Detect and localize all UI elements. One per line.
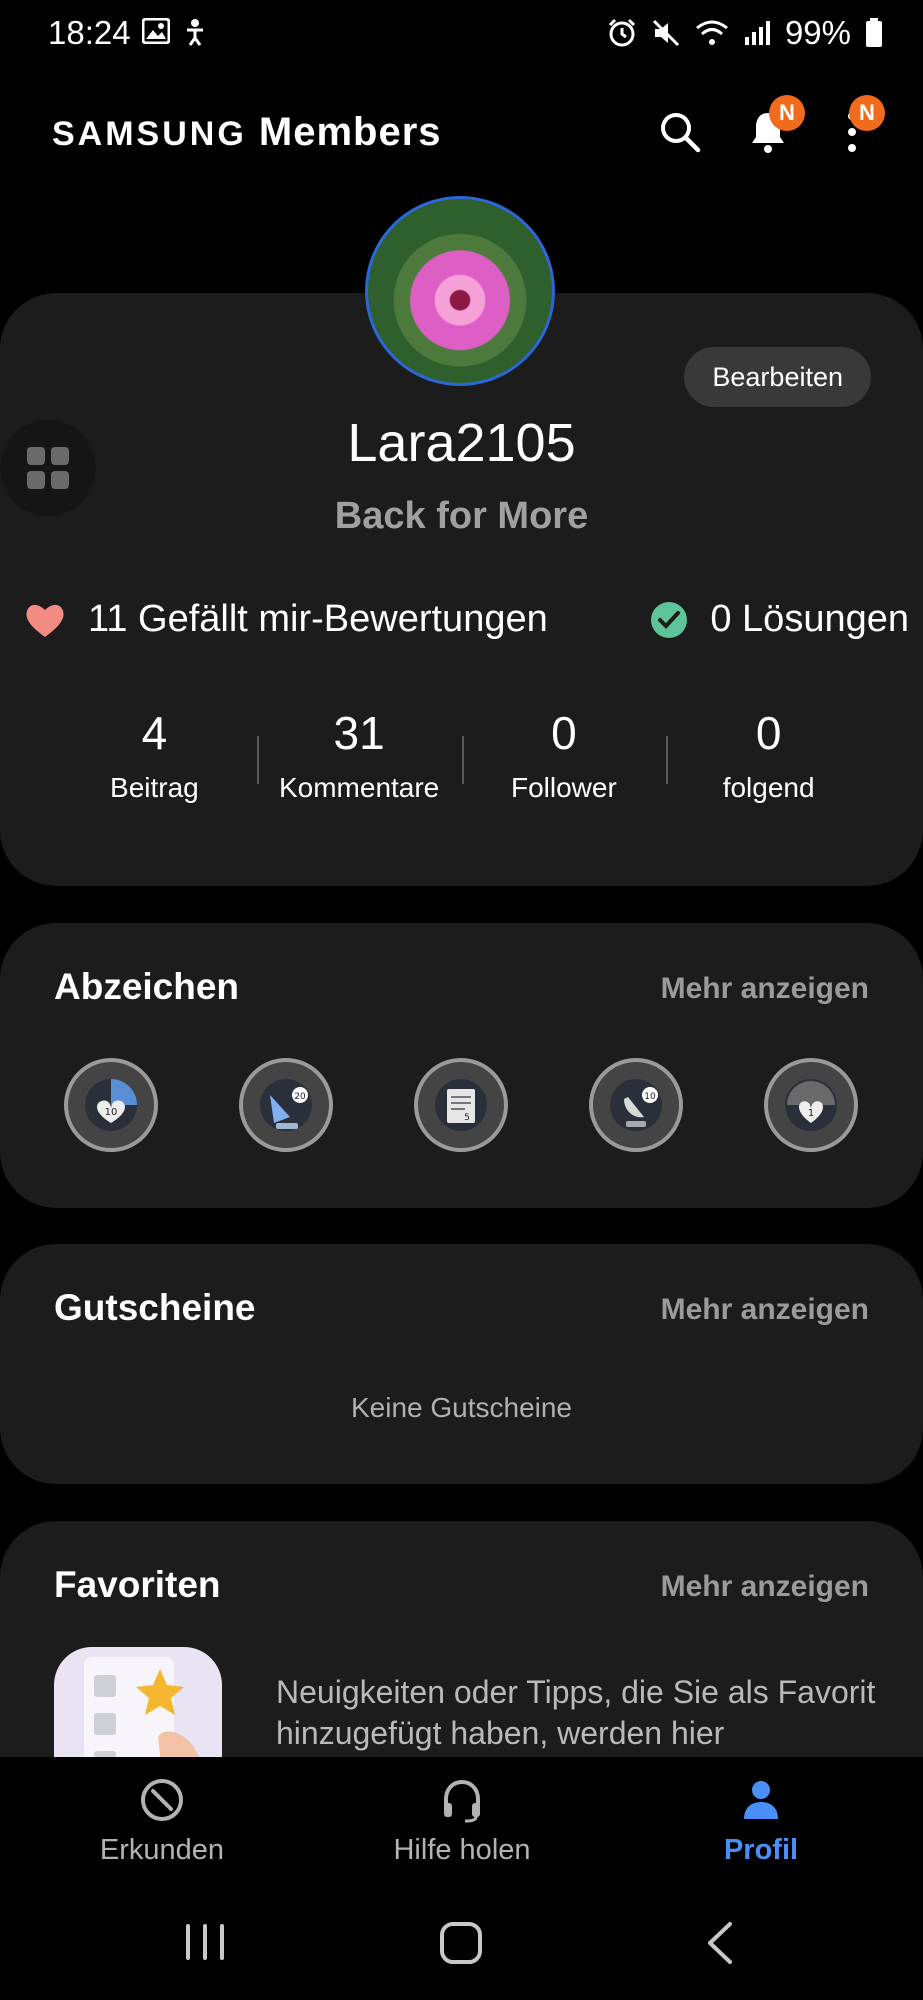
search-icon (661, 113, 701, 153)
accessibility-icon (187, 19, 203, 46)
collaborator-badge-icon: 20 (260, 1079, 312, 1131)
svg-text:10: 10 (105, 1107, 118, 1118)
stat-posts[interactable]: 4 Beitrag (52, 706, 257, 804)
headset-icon (444, 1779, 480, 1823)
vouchers-empty-text: Keine Gutscheine (350, 1392, 573, 1423)
edit-profile-button[interactable]: Bearbeiten (684, 347, 871, 407)
stat-label: Kommentare (278, 772, 440, 803)
recent-apps-button[interactable] (182, 1922, 228, 1967)
motivator-badge-icon: 1 (785, 1079, 837, 1131)
stat-followers[interactable]: 0 Follower (461, 706, 667, 804)
nav-label: Hilfe holen (393, 1834, 531, 1866)
solutions-summary: 0 Lösungen (650, 598, 909, 641)
search-button[interactable] (652, 104, 708, 160)
stat-comments[interactable]: 31 Kommentare (256, 706, 462, 804)
favorites-title: Favoriten (54, 1564, 221, 1605)
bottom-navigation: Erkunden Hilfe holen Profil (0, 1757, 923, 1892)
badges-title: Abzeichen (54, 966, 240, 1007)
voyager-badge-icon: 10 (610, 1079, 662, 1131)
signal-icon (744, 21, 770, 45)
menu-badge: N (849, 95, 885, 131)
person-icon (744, 1781, 778, 1819)
nav-label: Erkunden (99, 1834, 225, 1866)
vouchers-card (0, 1244, 923, 1484)
svg-text:5: 5 (464, 1113, 470, 1123)
pioneer-badge-icon: 5 (435, 1079, 487, 1131)
stat-value: 31 (333, 707, 385, 759)
profile-stats: 4 Beitrag 31 Kommentare 0 Follower 0 fol… (52, 706, 871, 804)
avatar[interactable] (365, 196, 555, 386)
profile-tagline: Back for More (334, 495, 589, 537)
nav-profile[interactable]: Profil (641, 1777, 881, 1867)
brand-members: Members (258, 110, 442, 154)
svg-text:20: 20 (294, 1092, 306, 1102)
wifi-icon (696, 20, 728, 45)
badge-pioneer[interactable]: 5 (414, 1058, 508, 1152)
home-button[interactable] (438, 1920, 484, 1971)
home-icon (440, 1922, 482, 1964)
alarm-icon (608, 18, 635, 47)
battery-percent: 99% (784, 14, 851, 51)
stat-value: 0 (755, 707, 782, 759)
endeavourer-badge-icon: 10 (85, 1079, 137, 1131)
app-brand: SAMSUNG Members (52, 110, 442, 155)
badge-motivator[interactable]: 1 (764, 1058, 858, 1152)
system-navigation-bar (0, 1892, 923, 2000)
svg-text:1: 1 (808, 1108, 814, 1119)
heart-icon (26, 604, 64, 637)
likes-summary: 11 Gefällt mir-Bewertungen (24, 598, 548, 641)
stat-value: 0 (551, 707, 577, 759)
solutions-text: 0 Lösungen (710, 598, 909, 640)
svg-text:10: 10 (644, 1092, 656, 1102)
status-notification-icons (142, 18, 208, 46)
vouchers-more-link[interactable]: Mehr anzeigen (661, 1293, 869, 1327)
badge-endeavourer[interactable]: 10 (64, 1058, 158, 1152)
stat-label: folgend (722, 772, 815, 803)
nav-get-help[interactable]: Hilfe holen (342, 1777, 582, 1867)
check-circle-icon (651, 601, 688, 638)
badge-collaborator[interactable]: 20 (239, 1058, 333, 1152)
favorites-description: Neuigkeiten oder Tipps, die Sie als Favo… (276, 1674, 876, 1751)
recents-icon (186, 1924, 224, 1960)
badge-voyager[interactable]: 10 (589, 1058, 683, 1152)
stat-following[interactable]: 0 folgend (666, 706, 871, 804)
stat-value: 4 (141, 707, 168, 759)
brand-samsung: SAMSUNG (52, 115, 247, 153)
nav-label: Profil (723, 1834, 799, 1866)
stat-label: Beitrag (110, 772, 199, 803)
compass-icon (141, 1779, 183, 1821)
profile-username: Lara2105 (347, 413, 576, 473)
mute-icon (652, 19, 679, 47)
status-system-icons: 99% (607, 14, 883, 52)
notification-badge: N (769, 95, 805, 131)
nav-explore[interactable]: Erkunden (42, 1777, 282, 1867)
badges-more-link[interactable]: Mehr anzeigen (661, 972, 869, 1006)
status-time: 18:24 (48, 14, 131, 51)
battery-icon (866, 18, 882, 47)
favorites-more-link[interactable]: Mehr anzeigen (661, 1570, 869, 1604)
gallery-icon (142, 18, 170, 44)
back-button[interactable] (700, 1920, 740, 1971)
back-icon (708, 1922, 732, 1964)
stat-label: Follower (510, 772, 617, 803)
vouchers-title: Gutscheine (54, 1287, 256, 1328)
likes-text: 11 Gefällt mir-Bewertungen (88, 598, 548, 640)
